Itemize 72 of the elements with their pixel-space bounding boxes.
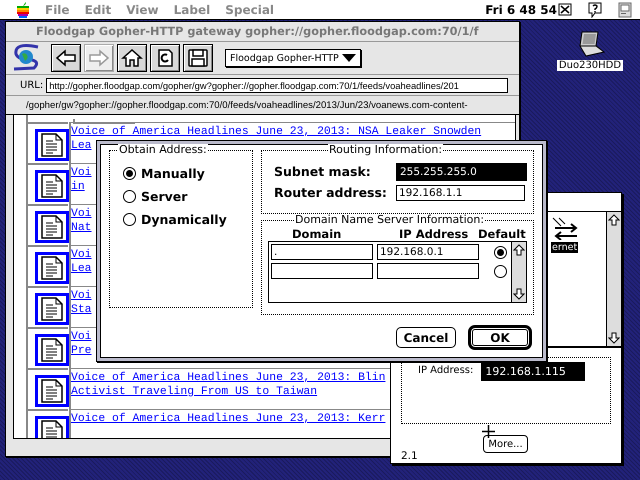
scroll-bar[interactable] bbox=[511, 242, 526, 302]
house-icon bbox=[121, 48, 143, 68]
radio-icon[interactable] bbox=[123, 212, 136, 226]
group-title: Domain Name Server Information: bbox=[294, 214, 486, 226]
help-balloon-icon[interactable] bbox=[587, 2, 603, 18]
cancel-button[interactable]: Cancel bbox=[396, 327, 456, 348]
computer-icon[interactable] bbox=[618, 2, 632, 18]
router-address-label: Router address: bbox=[274, 185, 388, 200]
back-button[interactable] bbox=[51, 44, 81, 72]
headline-link[interactable]: Voi bbox=[71, 290, 92, 303]
right-arrow-icon bbox=[88, 48, 110, 68]
reload-button[interactable] bbox=[150, 44, 180, 72]
headline-link[interactable]: Voi bbox=[71, 208, 92, 221]
column-header: IP Address bbox=[399, 227, 468, 241]
headline-link[interactable]: Lea bbox=[71, 263, 92, 276]
save-button[interactable] bbox=[183, 44, 213, 72]
headline-link[interactable]: Voi bbox=[71, 249, 92, 262]
radio-option[interactable]: Server bbox=[123, 188, 252, 204]
ip-field[interactable] bbox=[377, 263, 479, 279]
headline-link[interactable]: Pre bbox=[71, 345, 92, 358]
document-icon[interactable] bbox=[35, 129, 69, 161]
subnet-mask-label: Subnet mask: bbox=[274, 164, 372, 179]
radio-option[interactable]: Dynamically bbox=[123, 211, 252, 227]
network-arrows-icon[interactable] bbox=[551, 216, 579, 240]
document-icon[interactable] bbox=[35, 375, 69, 407]
default-radio[interactable] bbox=[494, 246, 507, 258]
document-icon[interactable] bbox=[35, 170, 69, 202]
domain-field[interactable]: . bbox=[271, 244, 373, 260]
apple-icon[interactable] bbox=[16, 2, 30, 18]
group-title: Routing Information: bbox=[328, 144, 444, 156]
close-box-icon[interactable] bbox=[558, 3, 572, 16]
url-label: URL: bbox=[20, 80, 44, 90]
radio-icon[interactable] bbox=[123, 166, 136, 180]
headline-link[interactable]: Voice of America Headlines June 23, 2013: Kerr bbox=[71, 413, 386, 426]
ip-address-label: IP Address: bbox=[418, 364, 474, 376]
column-header: Default bbox=[478, 227, 526, 241]
bookmark-dropdown[interactable]: Floodgap Gopher-HTTP bbox=[225, 49, 361, 67]
headline-link[interactable]: Lea bbox=[71, 140, 92, 153]
version-text: 2.1 bbox=[401, 450, 418, 462]
radio-icon[interactable] bbox=[123, 190, 136, 202]
network-label[interactable]: ernet bbox=[551, 242, 578, 253]
document-icon[interactable] bbox=[35, 252, 69, 284]
scroll-bar[interactable] bbox=[606, 212, 621, 346]
document-icon[interactable] bbox=[35, 293, 69, 325]
more-button[interactable]: More... bbox=[483, 435, 528, 454]
headline-link[interactable]: Nat bbox=[71, 222, 92, 235]
dropdown-arrow-icon bbox=[342, 54, 356, 62]
group-title: Obtain Address: bbox=[118, 144, 208, 156]
subnet-mask-field[interactable]: 255.255.255.0 bbox=[396, 162, 527, 180]
default-radio[interactable] bbox=[494, 264, 507, 278]
document-icon[interactable] bbox=[35, 211, 69, 243]
ip-address-field[interactable]: 192.168.1.115 bbox=[481, 362, 586, 381]
headline-link[interactable]: Sta bbox=[71, 304, 92, 317]
headline-link[interactable]: Voice of America Headlines June 23, 2013: Blin bbox=[71, 372, 386, 385]
router-address-field[interactable]: 192.168.1.1 bbox=[396, 184, 525, 200]
column-header: Domain bbox=[292, 227, 342, 241]
radio-option[interactable]: Manually bbox=[123, 165, 252, 181]
headline-link[interactable]: in bbox=[71, 181, 85, 194]
home-button[interactable] bbox=[117, 44, 147, 72]
window-title: Floodgap Gopher-HTTP gateway gopher://gopher.floodgap.com:70/1/f bbox=[6, 22, 519, 42]
ok-button[interactable]: OK bbox=[468, 325, 532, 350]
headline-link[interactable]: Voi bbox=[71, 331, 92, 344]
headline-link[interactable]: Voi bbox=[71, 167, 92, 180]
clock: Fri 6 48 54 bbox=[485, 2, 557, 16]
ip-field[interactable]: 192.168.0.1 bbox=[377, 244, 479, 260]
left-arrow-icon bbox=[55, 48, 77, 68]
url-field[interactable]: http://gopher.floodgap.com/gopher/gw?gopher://gopher.floodgap.com:70/1/feeds/voaheadlines/201 bbox=[46, 78, 508, 92]
document-icon[interactable] bbox=[35, 334, 69, 366]
domain-field[interactable] bbox=[271, 263, 373, 279]
disk-label[interactable]: Duo230HDD bbox=[556, 60, 624, 71]
headline-link[interactable]: Activist Traveling From US to Taiwan bbox=[71, 386, 318, 399]
headline-link[interactable]: Voice of America Headlines June 23, 2013: NSA Leaker Snowden bbox=[71, 126, 482, 139]
